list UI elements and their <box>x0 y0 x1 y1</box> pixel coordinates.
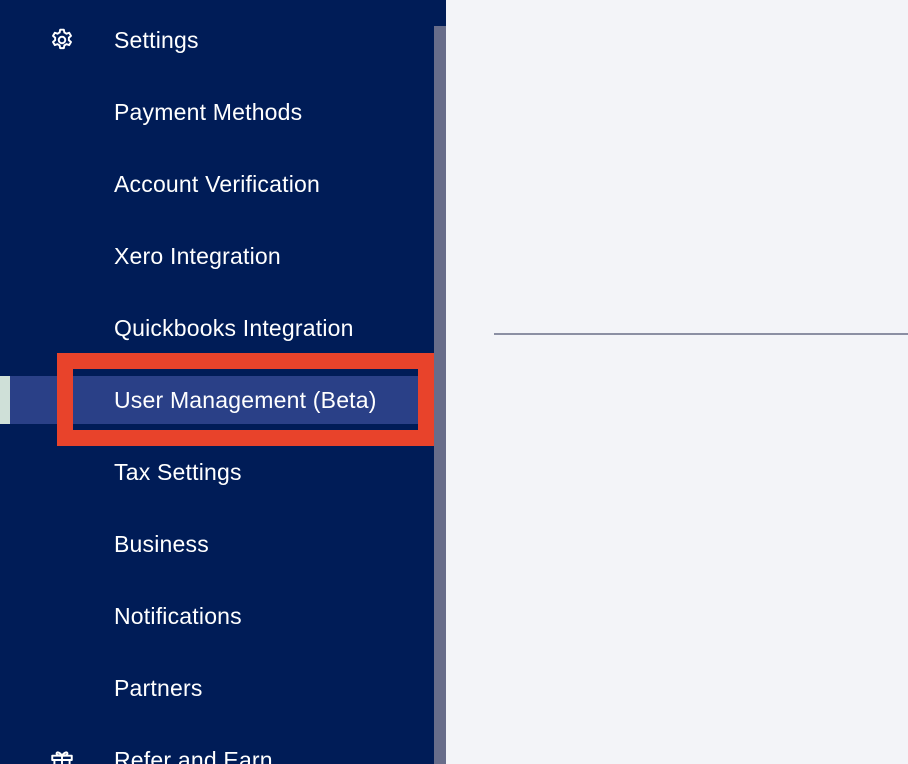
sidebar-item-account-verification[interactable]: Account Verification <box>0 160 434 208</box>
sidebar-item-tax-settings[interactable]: Tax Settings <box>0 448 434 496</box>
sidebar-item-label: Refer and Earn <box>114 746 273 764</box>
sidebar-item-refer-and-earn[interactable]: Refer and Earn <box>0 736 434 764</box>
sidebar-item-label: Settings <box>114 26 199 53</box>
sidebar-item-xero-integration[interactable]: Xero Integration <box>0 232 434 280</box>
sidebar-item-quickbooks-integration[interactable]: Quickbooks Integration <box>0 304 434 352</box>
sidebar-item-business[interactable]: Business <box>0 520 434 568</box>
active-indicator <box>0 376 10 424</box>
sidebar-item-label: Business <box>114 530 209 557</box>
sidebar-item-label: User Management (Beta) <box>114 386 377 413</box>
sidebar-item-label: Partners <box>114 674 203 701</box>
sidebar-item-payment-methods[interactable]: Payment Methods <box>0 88 434 136</box>
sidebar: Settings Payment Methods Account Verific… <box>0 0 434 764</box>
sidebar-scrollbar[interactable] <box>434 0 446 764</box>
sidebar-item-label: Tax Settings <box>114 458 242 485</box>
sidebar-item-label: Account Verification <box>114 170 321 197</box>
sidebar-item-settings[interactable]: Settings <box>0 16 434 64</box>
sidebar-item-label: Notifications <box>114 602 242 629</box>
gear-icon <box>48 26 76 54</box>
sidebar-item-user-management[interactable]: User Management (Beta) <box>0 376 434 424</box>
sidebar-item-notifications[interactable]: Notifications <box>0 592 434 640</box>
scrollbar-thumb[interactable] <box>434 26 446 764</box>
divider <box>494 333 908 335</box>
sidebar-item-label: Payment Methods <box>114 98 303 125</box>
sidebar-item-partners[interactable]: Partners <box>0 664 434 712</box>
gift-icon <box>48 746 76 764</box>
sidebar-item-label: Quickbooks Integration <box>114 314 354 341</box>
sidebar-item-label: Xero Integration <box>114 242 281 269</box>
